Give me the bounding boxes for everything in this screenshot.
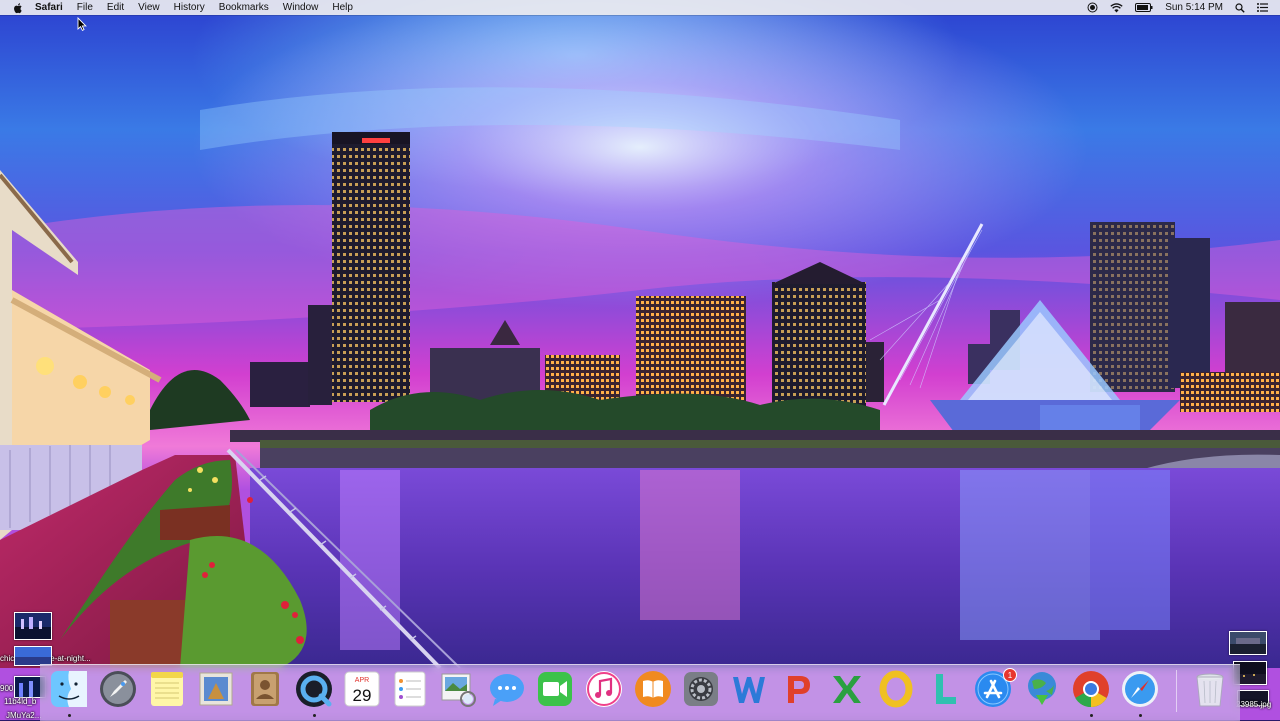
excel-icon	[833, 676, 861, 703]
outlook-icon	[879, 670, 913, 708]
dock-messages[interactable]	[487, 669, 527, 709]
messages-icon	[490, 674, 524, 706]
desktop-file-label: 23985.jpg	[1236, 700, 1272, 709]
battery-icon[interactable]	[1129, 3, 1159, 12]
apple-menu-icon[interactable]	[12, 2, 24, 14]
dock-system-preferences[interactable]	[681, 669, 721, 709]
running-indicator	[1139, 714, 1142, 717]
calendar-icon: APR 29	[344, 671, 380, 707]
running-indicator	[68, 714, 71, 717]
running-indicator	[1090, 714, 1093, 717]
menu-view[interactable]: View	[131, 0, 167, 15]
desktop-file-label: 11b4ld_b	[4, 697, 37, 706]
screen-record-icon[interactable]	[1081, 2, 1104, 13]
preview-viewer-icon	[441, 673, 476, 707]
dock-contacts[interactable]	[245, 669, 285, 709]
menu-help[interactable]: Help	[325, 0, 360, 15]
dock-finder[interactable]	[49, 669, 89, 709]
menu-file[interactable]: File	[70, 0, 100, 15]
trash-icon	[1196, 673, 1224, 707]
dock-chrome[interactable]	[1071, 669, 1111, 709]
powerpoint-icon	[788, 676, 810, 703]
contacts-icon	[251, 672, 279, 706]
calendar-day: 29	[353, 686, 372, 705]
spotlight-search-icon[interactable]	[1229, 2, 1251, 13]
quicktime-icon	[296, 671, 332, 707]
menu-app-name[interactable]: Safari	[28, 0, 70, 15]
dock-calendar[interactable]: APR 29	[342, 669, 382, 709]
desktop-file-label: JMuYa2...	[6, 711, 42, 720]
dock-downloader[interactable]	[1022, 669, 1062, 709]
chrome-icon	[1073, 671, 1109, 708]
dock-powerpoint[interactable]	[778, 669, 818, 709]
launchpad-icon	[100, 671, 136, 707]
image-thumbnail-icon	[14, 612, 52, 640]
preview-icon	[199, 672, 233, 706]
dock-lync[interactable]	[924, 669, 964, 709]
menu-edit[interactable]: Edit	[100, 0, 131, 15]
facetime-icon	[538, 672, 572, 706]
running-indicator	[313, 714, 316, 717]
menubar-clock[interactable]: Sun 5:14 PM	[1159, 0, 1229, 15]
desktop-file-label: 900	[0, 684, 14, 693]
dock-reminders[interactable]	[390, 669, 430, 709]
app-store-badge: 1	[1003, 668, 1017, 682]
image-thumbnail-icon	[1229, 631, 1267, 655]
mouse-cursor-icon	[77, 17, 87, 31]
desktop-wallpaper	[0, 0, 1280, 720]
dock-safari[interactable]	[1120, 669, 1160, 709]
dock-ibooks[interactable]	[633, 669, 673, 709]
lync-icon	[936, 674, 956, 704]
dock-excel[interactable]	[827, 669, 867, 709]
word-icon	[733, 677, 765, 703]
dock-launchpad[interactable]	[98, 669, 138, 709]
dock-quicktime[interactable]	[294, 669, 334, 709]
dock-preview[interactable]	[196, 669, 236, 709]
image-thumbnail-icon	[14, 646, 52, 666]
notification-center-icon[interactable]	[1251, 3, 1280, 12]
safari-icon	[1122, 671, 1158, 707]
reminders-icon	[394, 671, 426, 707]
menu-bar: Safari File Edit View History Bookmarks …	[0, 0, 1280, 15]
dock-trash[interactable]	[1190, 669, 1230, 709]
notes-icon	[151, 672, 183, 706]
menu-window[interactable]: Window	[276, 0, 326, 15]
globe-download-icon	[1028, 672, 1056, 705]
dock-word[interactable]	[729, 669, 769, 709]
dock-separator	[1176, 670, 1177, 712]
calendar-month: APR	[355, 677, 369, 684]
menu-history[interactable]: History	[167, 0, 212, 15]
wifi-icon[interactable]	[1104, 2, 1129, 13]
dock-notes[interactable]	[147, 669, 187, 709]
finder-icon	[51, 671, 87, 707]
dock-facetime[interactable]	[535, 669, 575, 709]
dock-itunes[interactable]	[584, 669, 624, 709]
ibooks-icon	[635, 671, 671, 707]
system-preferences-icon	[684, 672, 718, 706]
itunes-icon	[586, 671, 622, 707]
dock-preview-viewer[interactable]	[438, 669, 478, 709]
menu-bookmarks[interactable]: Bookmarks	[212, 0, 276, 15]
dock-outlook[interactable]	[876, 669, 916, 709]
